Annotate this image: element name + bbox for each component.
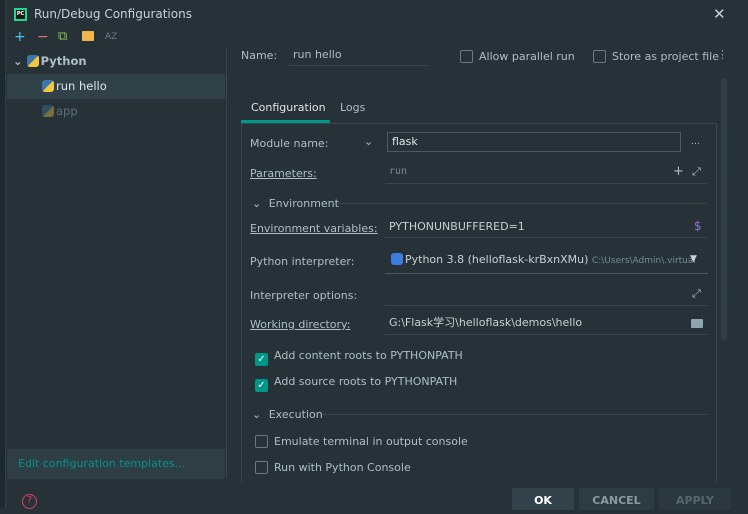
execution-section[interactable]: ⌄ Execution [252, 408, 323, 421]
dropdown-arrow-icon[interactable]: ▼ [690, 254, 697, 264]
tree-item-run-hello[interactable]: run hello [7, 74, 225, 99]
source-roots-checkbox[interactable]: ✓ Add source roots to PYTHONPATH [255, 375, 457, 392]
config-tree: ⌄ Python run hello app [7, 48, 225, 478]
parameters-label: Parameters: [250, 167, 317, 180]
apply-button[interactable]: APPLY [659, 488, 731, 510]
tree-item-app[interactable]: app [7, 99, 225, 124]
edit-templates-link[interactable]: Edit configuration templates... [7, 449, 225, 479]
name-label: Name: [241, 49, 278, 62]
environment-section[interactable]: ⌄ Environment [252, 197, 339, 210]
module-input[interactable]: flask [387, 132, 681, 152]
working-dir-input[interactable]: G:\Flask学习\helloflask\demos\hello [385, 311, 707, 335]
window-edge [0, 0, 6, 508]
copy-icon[interactable]: ⧉ [58, 29, 67, 44]
add-icon[interactable]: + [673, 164, 684, 179]
interp-options-input[interactable] [385, 282, 707, 306]
allow-parallel-checkbox[interactable]: Allow parallel run [460, 50, 575, 63]
window-title: Run/Debug Configurations [34, 7, 192, 21]
interpreter-label: Python interpreter: [250, 255, 355, 268]
emulate-terminal-checkbox[interactable]: Emulate terminal in output console [255, 435, 468, 448]
name-input[interactable]: run hello [289, 46, 429, 66]
parameters-input[interactable]: run [385, 162, 707, 184]
chevron-down-icon: ⌄ [252, 197, 262, 210]
remove-icon[interactable]: − [37, 29, 49, 45]
cancel-button[interactable]: CANCEL [579, 488, 654, 510]
chevron-down-icon: ⌄ [13, 54, 23, 68]
pycharm-logo-icon: PC [14, 8, 27, 21]
dollar-icon[interactable]: $ [694, 219, 702, 233]
python-icon [42, 80, 54, 92]
separator [322, 414, 707, 415]
python-icon [42, 105, 54, 117]
python-console-checkbox[interactable]: Run with Python Console [255, 461, 411, 474]
ok-button[interactable]: OK [512, 488, 574, 510]
working-dir-label: Working directory: [250, 318, 351, 331]
more-icon[interactable]: ⋮ [717, 48, 728, 61]
python-icon [26, 55, 39, 67]
python-icon [391, 253, 403, 265]
close-icon[interactable]: ✕ [713, 5, 726, 23]
module-label: Module name: [250, 137, 329, 150]
help-icon[interactable]: ? [22, 494, 37, 509]
folder-add-icon[interactable] [82, 31, 94, 41]
interp-options-label: Interpreter options: [250, 289, 358, 302]
scrollbar[interactable] [721, 78, 727, 340]
chevron-down-icon: ⌄ [252, 408, 262, 421]
separator [337, 203, 707, 204]
folder-icon[interactable] [691, 319, 703, 328]
browse-icon[interactable]: … [691, 137, 700, 147]
divider [226, 48, 227, 478]
expand-icon[interactable]: ⤢ [692, 287, 701, 301]
env-vars-label: Environment variables: [250, 222, 378, 235]
module-type-dropdown[interactable]: ⌄ [364, 135, 373, 148]
tab-configuration[interactable]: Configuration [251, 101, 326, 114]
env-vars-input[interactable]: PYTHONUNBUFFERED=1 [385, 216, 707, 238]
store-project-checkbox[interactable]: Store as project file [593, 50, 719, 63]
tab-logs[interactable]: Logs [340, 101, 365, 114]
interpreter-dropdown[interactable]: Python 3.8 (helloflask-krBxnXMu) C:\User… [385, 248, 708, 274]
expand-icon[interactable]: ⤢ [692, 165, 701, 179]
sort-icon[interactable]: AZ [105, 32, 117, 42]
tree-group-python[interactable]: ⌄ Python [7, 49, 225, 74]
content-roots-checkbox[interactable]: ✓ Add content roots to PYTHONPATH [255, 349, 463, 366]
add-icon[interactable]: + [14, 29, 26, 45]
